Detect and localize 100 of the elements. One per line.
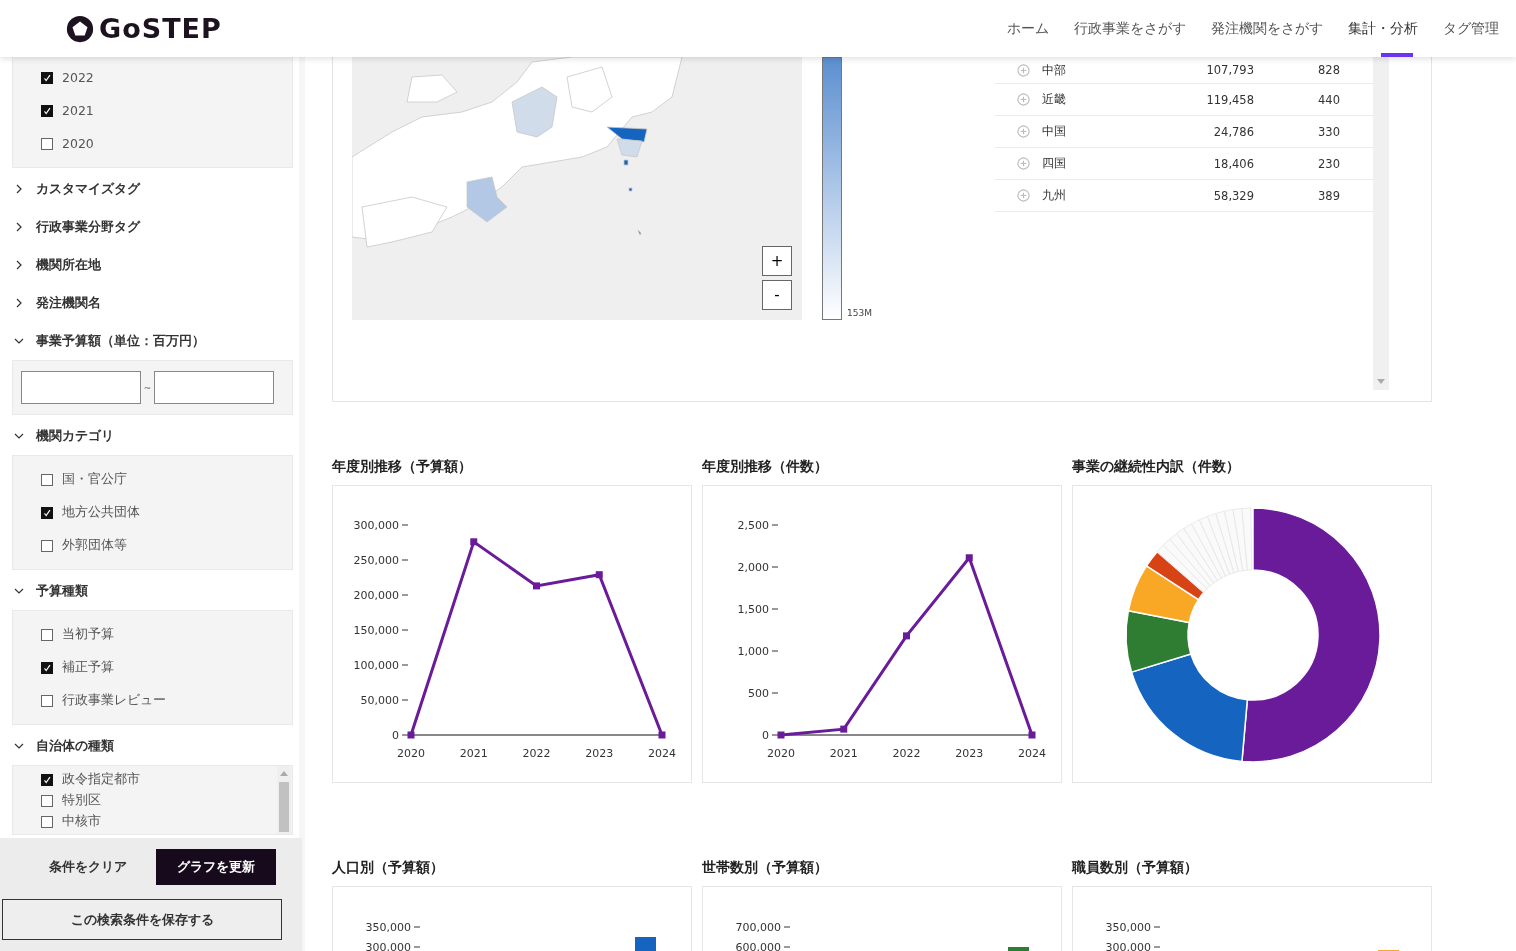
section-toggle[interactable]: 行政事業分野タグ [12,208,293,246]
section-toggle[interactable]: 自治体の種類 [12,727,293,765]
table-cell-text: 58,329 [1212,188,1254,203]
x-tick-label: 2020 [767,747,795,760]
checkbox[interactable] [41,71,53,84]
section-toggle[interactable]: カスタマイズタグ [12,170,293,208]
data-point [840,725,848,733]
checkbox-label: 特別区 [62,792,101,809]
chevron-right-icon [14,222,24,232]
chart-title: 年度別推移（予算額） [332,457,473,475]
section-toggle[interactable]: 機関所在地 [12,246,293,284]
y-tick-label: 500 [748,687,769,700]
scale-label: 153M [847,308,872,318]
table-cell-text: 119,458 [1205,92,1254,107]
y-tick-label: 100,000 [353,659,399,672]
checkbox[interactable] [41,506,53,519]
table-cell-text: 九州 [1042,188,1067,203]
checkbox-label: 中核市 [62,813,101,830]
zoom-in-button[interactable]: + [762,246,792,276]
chart-title: 世帯数別（予算額） [702,858,829,876]
checkbox[interactable] [41,794,53,807]
data-point [1028,731,1036,739]
chevron-down-icon [14,741,24,751]
data-point [407,731,415,739]
section-toggle[interactable]: 機関カテゴリ [12,417,293,455]
x-tick-label: 2021 [829,747,858,760]
nav-tab[interactable]: 集計・分析 [1348,0,1418,57]
y-tick-label: 350,000 [365,921,411,934]
y-tick-label: 300,000 [353,519,399,532]
logo-text: GoSTEP [99,13,222,44]
y-tick-label: 2,500 [737,519,769,532]
data-point [470,538,478,546]
update-button[interactable]: グラフを更新 [156,849,276,885]
scrollbar[interactable] [1373,57,1389,390]
y-tick-label: 1,000 [737,645,769,658]
chevron-down-icon [14,586,24,596]
y-tick-label: 150,000 [353,624,399,637]
x-tick-label: 2023 [955,747,984,760]
checkbox[interactable] [41,815,53,828]
checkbox[interactable] [41,473,53,486]
y-tick-label: 1,500 [737,603,769,616]
y-tick-label: 200,000 [353,589,399,602]
section-toggle[interactable]: 予算種類 [12,572,293,610]
y-tick-label: 50,000 [360,694,399,707]
nav-tab[interactable]: ホーム [1007,0,1049,57]
x-tick-label: 2021 [459,747,488,760]
chart-title: 年度別推移（件数） [702,457,829,475]
table-cell-text: 389 [1317,188,1340,203]
nav-tab[interactable]: 発注機関をさがす [1211,0,1323,57]
checkbox[interactable] [41,661,53,674]
chart-title: 人口別（予算額） [332,858,445,876]
chevron-right-icon [14,260,24,270]
save-button[interactable]: この検索条件を保存する [2,899,282,940]
section-toggle[interactable]: 事業予算額（単位：百万円） [12,322,293,360]
checkbox-label: 補正予算 [62,659,114,676]
data-point [903,632,910,640]
nav-tab[interactable]: 行政事業をさがす [1074,0,1186,57]
y-tick-label: 700,000 [735,921,781,934]
checkbox[interactable] [41,694,53,707]
y-tick-label: 0 [762,729,769,742]
checkbox-label: 政令指定都市 [62,771,140,788]
checkbox[interactable] [41,539,53,552]
input-field[interactable] [21,371,141,404]
x-tick-label: 2023 [585,747,614,760]
checkbox[interactable] [41,137,53,150]
checkbox[interactable] [41,773,53,786]
checkbox[interactable] [41,628,53,641]
checkbox-label: 当初予算 [62,626,114,643]
checkbox-label: 2020 [62,136,94,151]
table-cell-text: 330 [1317,124,1340,139]
zoom-out-button[interactable]: - [762,280,792,310]
checkbox[interactable] [41,104,53,117]
checkbox-label: 外郭団体等 [62,537,127,554]
checkbox-label: 地方公共団体 [62,504,140,521]
chevron-right-icon [14,298,24,308]
x-tick-label: 2024 [1018,747,1046,760]
nav-tab[interactable]: タグ管理 [1443,0,1499,57]
range-separator: ~ [143,382,152,393]
data-point [595,571,603,579]
table-cell-text: 中国 [1042,124,1067,139]
scrollbar[interactable] [277,766,291,834]
checkbox-label: 行政事業レビュー [62,692,166,709]
table-cell-text: 中部 [1042,62,1067,78]
section-toggle[interactable]: 発注機関名 [12,284,293,322]
logo-icon [65,13,95,44]
clear-button[interactable]: 条件をクリア [40,858,136,876]
data-point [533,582,540,590]
y-tick-label: 250,000 [353,554,399,567]
chevron-down-icon [14,431,24,441]
x-tick-label: 2022 [892,747,921,760]
table-cell-text: 近畿 [1042,92,1067,107]
table-cell-text: 828 [1317,63,1340,77]
data-point [658,731,666,739]
y-tick-label: 350,000 [1105,921,1151,934]
input-field[interactable] [154,371,274,404]
table-cell-text: 230 [1317,156,1340,171]
checkbox-label: 2022 [62,70,94,85]
data-point [965,554,973,562]
x-tick-label: 2020 [397,747,425,760]
table-cell-text: 24,786 [1212,124,1254,139]
